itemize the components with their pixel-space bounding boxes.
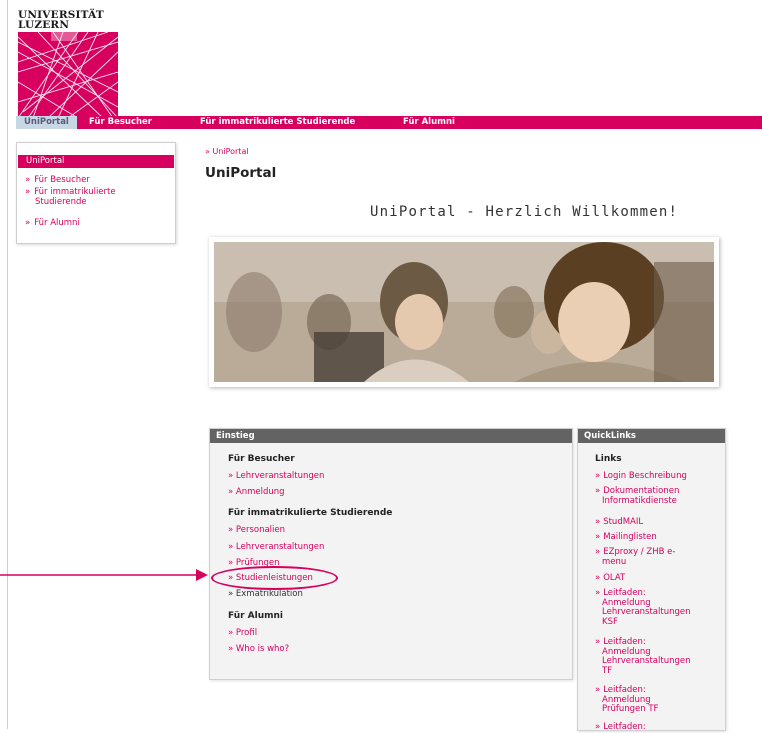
quicklink-label: EZproxy / ZHB e-	[603, 547, 676, 557]
link-exmatrikulation[interactable]: » Exmatrikulation	[228, 589, 303, 599]
logo-lines-graphic	[18, 32, 118, 118]
quicklink-label: Mailinglisten	[603, 532, 657, 542]
annotation-highlight-circle	[211, 566, 338, 590]
quicklink-label: Anmeldung	[602, 597, 651, 608]
quicklink-item[interactable]: » Dokumentationen Informatikdienste	[595, 486, 680, 506]
quicklink-label: Leitfaden:	[603, 637, 646, 647]
quicklink-item[interactable]: » StudMAIL	[595, 517, 644, 528]
bullet-icon: »	[595, 637, 601, 647]
einstieg-panel: Einstieg Für Besucher » Lehrveranstaltun…	[209, 428, 573, 680]
quicklink-label: Leitfaden:	[603, 722, 646, 732]
sidebar-item-alumni[interactable]: » Für Alumni	[25, 218, 80, 228]
bullet-icon: »	[25, 175, 31, 185]
quicklink-label: OLAT	[603, 573, 626, 583]
sidebar-item-label: Für immatrikulierte Studierende	[34, 187, 116, 207]
tab-fuer-alumni[interactable]: Für Alumni	[403, 116, 455, 129]
annotation-arrow	[0, 569, 208, 581]
sidebar-menu: UniPortal » Für Besucher » Für immatrikuli…	[16, 142, 176, 244]
students-photo	[214, 242, 714, 382]
breadcrumb[interactable]: » UniPortal	[205, 147, 249, 156]
quicklink-label: Leitfaden:	[603, 588, 646, 598]
bullet-icon: »	[595, 517, 601, 527]
quicklink-label: Leitfaden:	[603, 685, 646, 695]
quicklink-item[interactable]: » Login Beschreibung	[595, 471, 687, 482]
page-left-border	[7, 0, 8, 729]
quicklinks-heading: Links	[595, 454, 622, 464]
sidebar-item-besucher[interactable]: » Für Besucher	[25, 175, 90, 185]
quicklink-label: Dokumentationen	[603, 486, 680, 496]
bullet-icon: »	[595, 588, 601, 598]
quicklink-label: Prüfungen TF	[602, 704, 659, 714]
logo-line-2: LUZERN	[18, 19, 70, 31]
quicklink-label: Informatikdienste	[602, 495, 677, 506]
sidebar-item-label: Für Alumni	[34, 218, 80, 228]
link-profil[interactable]: » Profil	[228, 628, 257, 638]
page-title: UniPortal	[205, 165, 277, 181]
quicklink-label: Login Beschreibung	[603, 471, 687, 481]
link-lehrveranstaltungen[interactable]: » Lehrveranstaltungen	[228, 542, 324, 552]
quicklink-label: KSF	[602, 616, 618, 627]
quicklink-item[interactable]: » Leitfaden:	[595, 722, 646, 733]
einstieg-header: Einstieg	[210, 429, 572, 443]
link-besucher-lehrveranstaltungen[interactable]: » Lehrveranstaltungen	[228, 471, 324, 481]
section-heading-alumni: Für Alumni	[228, 611, 284, 621]
sidebar-item-label: Für Besucher	[34, 175, 90, 185]
sidebar-item-uniportal[interactable]: UniPortal	[18, 155, 174, 168]
link-personalien[interactable]: » Personalien	[228, 525, 285, 535]
quicklink-label: menu	[602, 556, 627, 567]
quicklink-item[interactable]: » Leitfaden: Anmeldung Prüfungen TF	[595, 685, 659, 715]
welcome-heading: UniPortal - Herzlich Willkommen!	[370, 204, 679, 220]
quicklink-item[interactable]: » Leitfaden: Anmeldung Lehrveranstaltungen K…	[595, 588, 691, 627]
bullet-icon: »	[25, 187, 31, 197]
quicklink-item[interactable]: » Mailinglisten	[595, 532, 657, 543]
quicklinks-panel: QuickLinks Links » Login Beschreibung» Dok…	[577, 428, 726, 733]
photo-illustration	[214, 242, 714, 382]
bullet-icon: »	[595, 532, 601, 542]
tab-fuer-besucher[interactable]: Für Besucher	[89, 116, 152, 129]
university-logo[interactable]: UNIVERSITÄT LUZERN	[18, 10, 122, 118]
link-besucher-anmeldung[interactable]: » Anmeldung	[228, 487, 285, 497]
section-heading-immatrikulierte: Für immatrikulierte Studierende	[228, 508, 393, 518]
quicklink-label: Anmeldung	[602, 646, 651, 657]
quicklink-label: Lehrveranstaltungen	[602, 656, 691, 666]
bullet-icon: »	[595, 471, 601, 481]
tab-fuer-immatrikulierte-studierende[interactable]: Für immatrikulierte Studierende	[200, 116, 355, 129]
section-heading-besucher: Für Besucher	[228, 454, 295, 464]
quicklink-item[interactable]: » EZproxy / ZHB e-menu	[595, 547, 676, 567]
quicklink-label: StudMAIL	[603, 517, 644, 527]
bullet-icon: »	[595, 547, 601, 557]
bullet-icon: »	[595, 573, 601, 583]
quicklink-label: Anmeldung	[602, 694, 651, 705]
tab-uniportal[interactable]: UniPortal	[16, 116, 77, 129]
banner-photo-frame	[209, 237, 719, 387]
quicklink-item[interactable]: » Leitfaden: Anmeldung Lehrveranstaltungen T…	[595, 637, 691, 676]
bullet-icon: »	[25, 218, 31, 228]
quicklink-label: TF	[602, 665, 613, 676]
quicklink-label: Lehrveranstaltungen	[602, 607, 691, 617]
quicklink-item[interactable]: » OLAT	[595, 573, 626, 584]
bullet-icon: »	[595, 722, 601, 732]
sidebar-item-immatrikulierte[interactable]: » Für immatrikulierte Studierende	[25, 187, 155, 207]
link-who-is-who[interactable]: » Who is who?	[228, 644, 289, 654]
bullet-icon: »	[595, 685, 601, 695]
top-navigation: UniPortal Für Besucher Für immatrikulier…	[16, 116, 762, 129]
quicklinks-header: QuickLinks	[578, 429, 725, 443]
bullet-icon: »	[595, 486, 601, 496]
